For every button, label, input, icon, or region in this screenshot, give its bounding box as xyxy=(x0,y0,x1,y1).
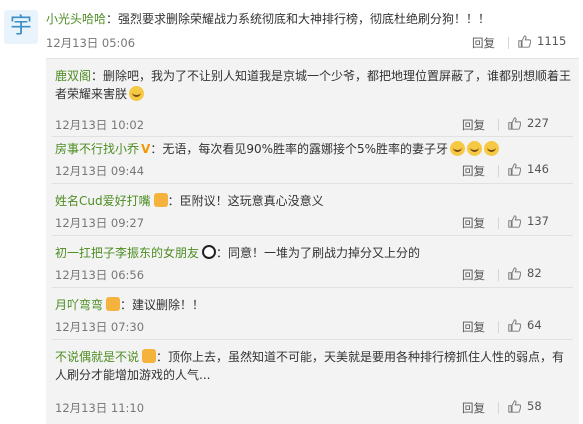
like-count: 146 xyxy=(527,162,549,176)
reply-like-button[interactable]: 227 xyxy=(508,116,549,130)
reply-time: 12月13日 10:02 xyxy=(55,118,145,132)
reply-time: 12月13日 11:10 xyxy=(55,401,145,415)
panda-icon xyxy=(202,245,217,259)
reply-colon: ： xyxy=(167,194,180,208)
comment-body: 小光头哈哈：强烈要求删除荣耀战力系统彻底和大神排行榜，彻底杜绝刷分狗！！！ xyxy=(46,12,490,26)
comment-text: 强烈要求删除荣耀战力系统彻底和大神排行榜，彻底杜绝刷分狗！！！ xyxy=(118,12,491,26)
reply-text: 无语，每次看见90%胜率的露娜接个5%胜率的妻子牙 xyxy=(162,142,449,156)
separator xyxy=(52,339,573,340)
divider xyxy=(498,402,499,414)
reply-colon: ： xyxy=(91,69,104,83)
replies-panel: 鹿双阁：删除吧，我为了不让别人知道我是京城一个少爷，都把地理位置屏蔽了，谁都别想… xyxy=(46,58,579,424)
reply-colon: ： xyxy=(156,350,169,364)
emoji-icon xyxy=(467,141,483,156)
like-count: 227 xyxy=(527,116,549,130)
reply-text: 同意！一堆为了刷战力掉分又上分的 xyxy=(228,246,421,260)
reply-time: 12月13日 07:30 xyxy=(55,320,145,334)
comment-colon: ： xyxy=(106,12,119,26)
reply-reply-button[interactable]: 回复 xyxy=(462,267,485,283)
reply-colon: ： xyxy=(150,142,163,156)
emoji-icon xyxy=(484,141,500,156)
reply-username[interactable]: 鹿双阁 xyxy=(55,69,91,83)
reply-colon: ： xyxy=(216,246,229,260)
comment-thread: 宇 小光头哈哈：强烈要求删除荣耀战力系统彻底和大神排行榜，彻底杜绝刷分狗！！！ … xyxy=(0,0,583,424)
thumbs-up-icon xyxy=(508,318,521,332)
divider xyxy=(508,37,509,49)
comment-reply-button[interactable]: 回复 xyxy=(472,35,495,51)
reply-colon: ： xyxy=(120,298,133,312)
comment-time: 12月13日 05:06 xyxy=(46,36,136,50)
avatar[interactable]: 宇 xyxy=(4,10,38,44)
thumbs-up-icon xyxy=(508,266,521,280)
badge-icon xyxy=(106,297,121,311)
like-count: 58 xyxy=(527,399,542,413)
thumbs-up-icon xyxy=(508,162,521,176)
thumbs-up-icon xyxy=(518,34,531,48)
reply-reply-button[interactable]: 回复 xyxy=(462,117,485,133)
badge-icon xyxy=(142,349,157,363)
comment-username[interactable]: 小光头哈哈 xyxy=(46,12,106,26)
thumbs-up-icon xyxy=(508,214,521,228)
divider xyxy=(498,269,499,281)
reply-body: 初一扛把子李振东的女朋友 ：同意！一堆为了刷战力掉分又上分的 xyxy=(55,244,420,262)
reply-like-button[interactable]: 64 xyxy=(508,318,542,332)
divider xyxy=(498,119,499,131)
reply-like-button[interactable]: 58 xyxy=(508,399,542,413)
thumbs-up-icon xyxy=(508,399,521,413)
reply-username[interactable]: 房事不行找小乔 xyxy=(55,142,139,156)
reply-text: 建议删除！！ xyxy=(132,298,205,312)
reply-time: 12月13日 06:56 xyxy=(55,268,145,282)
reply-time: 12月13日 09:44 xyxy=(55,164,145,178)
like-count: 137 xyxy=(527,214,549,228)
reply-body: 鹿双阁：删除吧，我为了不让别人知道我是京城一个少爷，都把地理位置屏蔽了，谁都别想… xyxy=(55,67,575,103)
reply-reply-button[interactable]: 回复 xyxy=(462,400,485,416)
separator xyxy=(52,183,573,184)
reply-reply-button[interactable]: 回复 xyxy=(462,319,485,335)
badge-icon xyxy=(153,193,168,207)
reply-like-button[interactable]: 82 xyxy=(508,266,542,280)
separator xyxy=(52,287,573,288)
reply-username[interactable]: 初一扛把子李振东的女朋友 xyxy=(55,246,199,260)
reply-body: 姓名Cud爱好打嘴 ：臣附议！这玩意真心没意义 xyxy=(55,192,324,210)
reply-body: 房事不行找小乔 V：无语，每次看见90%胜率的露娜接个5%胜率的妻子牙 xyxy=(55,140,500,158)
comment-like-button[interactable]: 1115 xyxy=(518,34,566,48)
reply-body: 月吖弯弯 ：建议删除！！ xyxy=(55,296,204,314)
separator xyxy=(52,235,573,236)
reply-reply-button[interactable]: 回复 xyxy=(462,163,485,179)
like-count: 1115 xyxy=(537,34,567,48)
vip-v-icon: V xyxy=(141,142,151,156)
reply-reply-button[interactable]: 回复 xyxy=(462,215,485,231)
thumbs-up-icon xyxy=(508,116,521,130)
reply-text: 臣附议！这玩意真心没意义 xyxy=(179,194,324,208)
like-count: 82 xyxy=(527,266,542,280)
divider xyxy=(498,165,499,177)
reply-username[interactable]: 姓名Cud爱好打嘴 xyxy=(55,194,151,208)
reply-body: 不说偶就是不说 ：顶你上去，虽然知道不可能，天美就是要用各种排行榜抓住人性的弱点，… xyxy=(55,348,575,384)
divider xyxy=(498,217,499,229)
divider xyxy=(498,321,499,333)
emoji-icon xyxy=(129,86,145,101)
reply-like-button[interactable]: 137 xyxy=(508,214,549,228)
reply-username[interactable]: 月吖弯弯 xyxy=(55,298,103,312)
reply-username[interactable]: 不说偶就是不说 xyxy=(55,350,139,364)
separator xyxy=(52,136,573,137)
reply-time: 12月13日 09:27 xyxy=(55,216,145,230)
like-count: 64 xyxy=(527,318,542,332)
emoji-icon xyxy=(450,141,466,156)
reply-like-button[interactable]: 146 xyxy=(508,162,549,176)
